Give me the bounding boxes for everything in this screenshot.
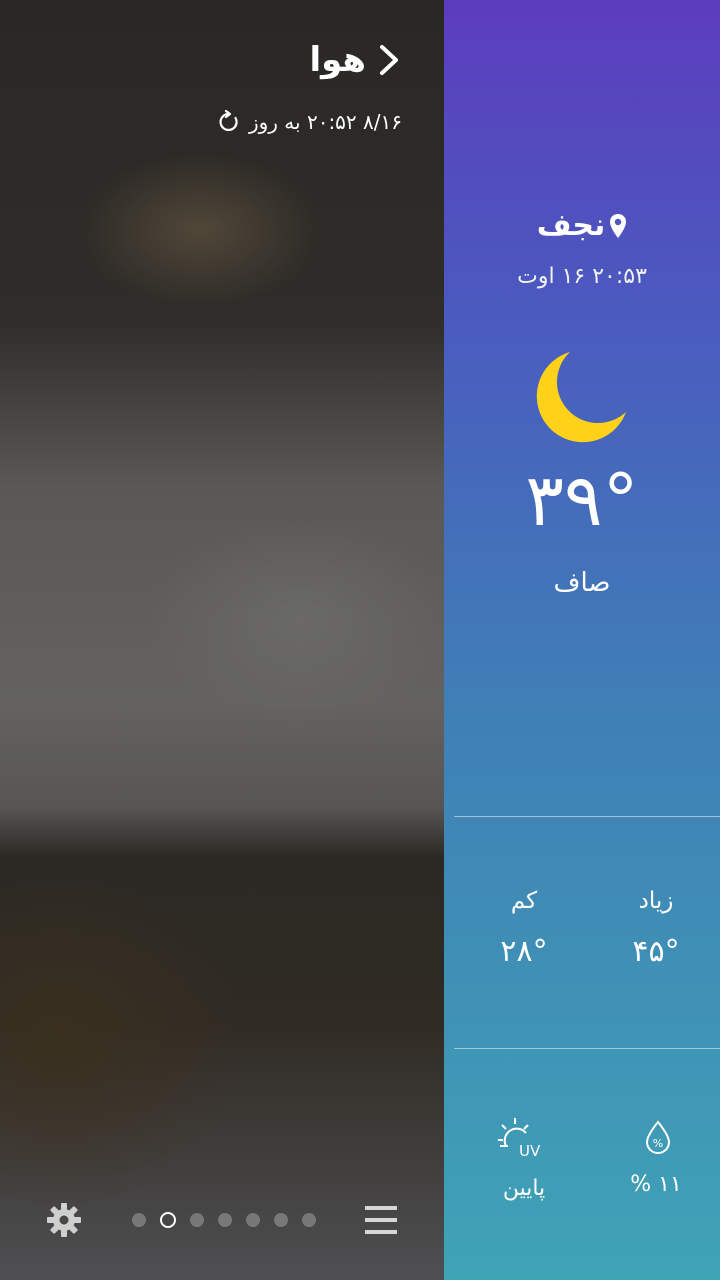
- low-temp-value: ۲۸°: [500, 934, 548, 969]
- page-dot[interactable]: [190, 1213, 204, 1227]
- last-updated-text: ۸/۱۶ ۲۰:۵۲ به روز: [248, 110, 402, 134]
- high-temp-label: زیاد: [638, 888, 674, 914]
- weather-condition: صاف: [553, 568, 611, 598]
- moon-icon: [536, 352, 626, 443]
- city-name: نجف: [536, 208, 606, 243]
- app-header[interactable]: هوا: [309, 40, 402, 80]
- humidity-drop-icon: %: [645, 1120, 671, 1154]
- app-title: هوا: [309, 40, 366, 80]
- refresh-icon[interactable]: [217, 110, 241, 134]
- location-pin-icon: [610, 213, 627, 238]
- divider: [454, 1048, 720, 1049]
- page-dot[interactable]: [302, 1213, 316, 1227]
- humidity-value: ۱۱ %: [630, 1172, 682, 1197]
- page-dot[interactable]: [274, 1213, 288, 1227]
- bottom-bar: [0, 1190, 444, 1250]
- page-dot-active[interactable]: [160, 1212, 176, 1228]
- uv-icon-text: UV: [519, 1142, 541, 1160]
- current-temperature: ۳۹°: [525, 458, 639, 542]
- location: نجف: [444, 208, 720, 243]
- local-datetime: ۲۰:۵۳ ۱۶ اوت: [517, 264, 647, 289]
- uv-sun-icon: UV: [498, 1118, 541, 1160]
- background-panel: هوا ۸/۱۶ ۲۰:۵۲ به روز: [0, 0, 444, 1280]
- chevron-right-icon[interactable]: [376, 43, 402, 77]
- low-temp-label: کم: [510, 888, 538, 914]
- settings-gear-icon[interactable]: [44, 1200, 84, 1240]
- page-indicator[interactable]: [132, 1212, 316, 1228]
- uv-index-value: پایین: [502, 1176, 546, 1201]
- page-dot[interactable]: [246, 1213, 260, 1227]
- weather-widget[interactable]: نجف ۲۰:۵۳ ۱۶ اوت ۳۹° صاف زیاد ۴۵° کم ۲۸°…: [444, 0, 720, 1280]
- last-updated: ۸/۱۶ ۲۰:۵۲ به روز: [217, 110, 402, 134]
- hamburger-menu-icon[interactable]: [364, 1202, 398, 1238]
- high-temp-value: ۴۵°: [632, 934, 680, 969]
- page-dot[interactable]: [218, 1213, 232, 1227]
- svg-text:%: %: [653, 1137, 663, 1150]
- page-dot[interactable]: [132, 1213, 146, 1227]
- divider: [454, 816, 720, 817]
